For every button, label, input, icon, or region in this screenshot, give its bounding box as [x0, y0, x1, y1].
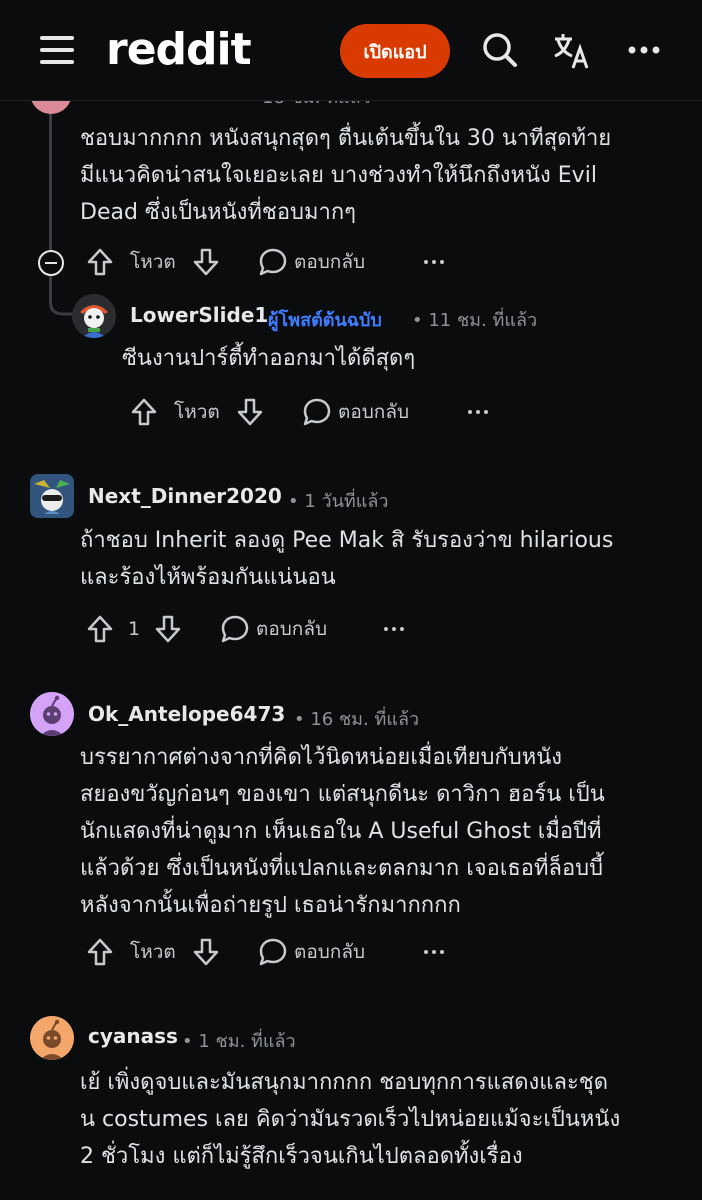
reply-icon — [259, 248, 287, 276]
reply-button[interactable]: ตอบกลับ — [258, 242, 365, 282]
vote-label: โหวต — [174, 401, 220, 423]
comment-more-icon[interactable] — [468, 392, 492, 432]
downvote-button[interactable] — [192, 242, 220, 282]
vote-count: 1 — [128, 618, 141, 640]
collapse-thread-icon[interactable] — [38, 250, 64, 276]
downvote-button[interactable] — [192, 932, 220, 972]
reply-label: ตอบกลับ — [338, 401, 410, 423]
avatar[interactable] — [72, 294, 116, 338]
comment-body: บรรยากาศต่างจากที่คิดไว้นิดหน่อยเมื่อเที… — [80, 745, 605, 918]
comment-more-icon[interactable] — [424, 242, 448, 282]
upvote-button[interactable] — [130, 392, 158, 432]
vote-label: โหวต — [130, 941, 176, 963]
upvote-button[interactable] — [86, 609, 114, 649]
reply-button[interactable]: ตอบกลับ — [302, 392, 409, 432]
reddit-logo[interactable]: reddit — [106, 24, 252, 75]
comment-time: • 16 ชม. ที่แล้ว — [294, 709, 420, 730]
downvote-button[interactable] — [236, 392, 264, 432]
reply-icon — [221, 615, 249, 643]
comment-time: • 11 ชม. ที่แล้ว — [412, 310, 538, 331]
upvote-button[interactable] — [86, 932, 114, 972]
comment-actions: 1 ตอบกลับ — [86, 609, 686, 649]
comment-username[interactable]: Ok_Antelope6473 — [88, 702, 285, 726]
avatar[interactable] — [30, 692, 74, 736]
comment-actions: โหวต ตอบกลับ — [86, 932, 686, 972]
avatar[interactable] — [30, 474, 74, 518]
comment-actions: โหวต ตอบกลับ — [130, 392, 690, 432]
menu-icon[interactable] — [40, 36, 74, 64]
op-badge: ผู้โพสต์ต้นฉบับ — [268, 310, 382, 331]
vote-label: โหวต — [130, 251, 176, 273]
avatar[interactable] — [30, 1016, 74, 1060]
comment-more-icon[interactable] — [424, 932, 448, 972]
comment-username[interactable]: LowerSlide1 — [130, 303, 268, 327]
comment-time: • 1 วันที่แล้ว — [288, 491, 389, 512]
reply-button[interactable]: ตอบกลับ — [220, 609, 327, 649]
top-bar: reddit เปิดแอป — [0, 0, 702, 101]
thread-line — [49, 100, 52, 250]
comment-body: ชอบมากกกก หนังสนุกสุดๆ ตื่นเต้นขึ้นใน 30… — [80, 126, 612, 225]
comment-username[interactable]: Next_Dinner2020 — [88, 484, 282, 508]
comment-body: ถ้าชอบ Inherit ลองดู Pee Mak สิ รับรองว่… — [80, 528, 614, 590]
comment-username[interactable]: cyanass — [88, 1024, 178, 1048]
reply-label: ตอบกลับ — [256, 618, 328, 640]
more-options-icon[interactable] — [626, 30, 666, 70]
reply-label: ตอบกลับ — [294, 941, 366, 963]
comment-actions: โหวต ตอบกลับ — [86, 242, 686, 282]
comment-body: เย้ เพิ่งดูจบและมันสนุกมากกกก ชอบทุกการแ… — [80, 1070, 621, 1169]
comment-time: • 1 ชม. ที่แล้ว — [182, 1031, 296, 1052]
translate-icon[interactable] — [552, 30, 592, 70]
open-app-button[interactable]: เปิดแอป — [340, 24, 450, 78]
upvote-button[interactable] — [86, 242, 114, 282]
reply-icon — [303, 398, 331, 426]
downvote-button[interactable] — [154, 609, 182, 649]
search-icon[interactable] — [480, 30, 520, 70]
reply-button[interactable]: ตอบกลับ — [258, 932, 365, 972]
reply-icon — [259, 938, 287, 966]
comment-body: ซีนงานปาร์ตี้ทำออกมาได้ดีสุดๆ — [122, 346, 416, 371]
comment-more-icon[interactable] — [384, 609, 408, 649]
reply-label: ตอบกลับ — [294, 251, 366, 273]
